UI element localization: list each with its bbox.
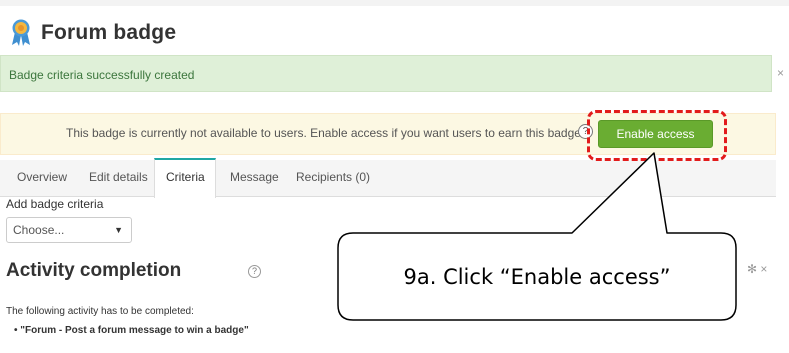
highlight-box bbox=[587, 110, 727, 161]
tab-criteria[interactable]: Criteria bbox=[166, 170, 205, 184]
success-alert: Badge criteria successfully created bbox=[0, 55, 772, 92]
badge-ribbon-icon bbox=[10, 19, 32, 47]
page-title: Forum badge bbox=[41, 21, 177, 44]
tab-message[interactable]: Message bbox=[230, 170, 279, 184]
tab-recipients[interactable]: Recipients (0) bbox=[296, 170, 370, 184]
tab-overview[interactable]: Overview bbox=[17, 170, 67, 184]
top-strip bbox=[0, 0, 789, 6]
chevron-down-icon: ▼ bbox=[114, 225, 123, 235]
section-help-icon[interactable]: ? bbox=[248, 265, 261, 278]
criteria-select-value: Choose... bbox=[13, 223, 65, 237]
add-badge-criteria-label: Add badge criteria bbox=[6, 197, 104, 211]
tab-edit-details[interactable]: Edit details bbox=[89, 170, 148, 184]
gear-delete-icons[interactable]: ✻ × bbox=[747, 262, 767, 276]
warning-alert-text: This badge is currently not available to… bbox=[66, 126, 585, 140]
close-icon[interactable]: × bbox=[777, 66, 784, 80]
callout-text: 9a. Click “Enable access” bbox=[403, 265, 671, 289]
criteria-select[interactable]: Choose... ▼ bbox=[6, 217, 132, 243]
page-header: Forum badge bbox=[6, 18, 176, 48]
success-alert-text: Badge criteria successfully created bbox=[9, 68, 195, 82]
activity-list-item: • "Forum - Post a forum message to win a… bbox=[14, 325, 249, 336]
activity-intro-text: The following activity has to be complet… bbox=[6, 306, 194, 317]
section-title: Activity completion bbox=[6, 260, 182, 281]
